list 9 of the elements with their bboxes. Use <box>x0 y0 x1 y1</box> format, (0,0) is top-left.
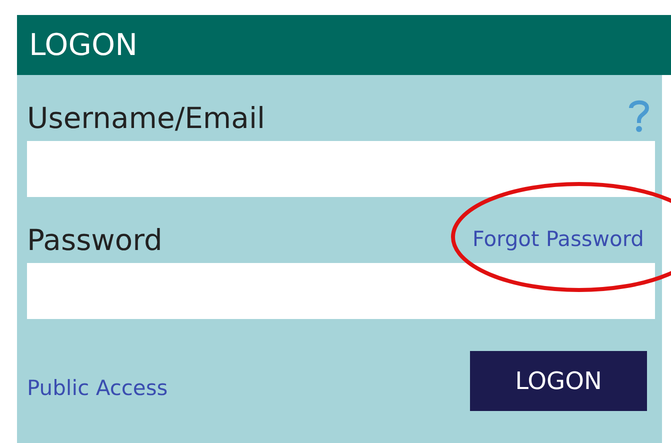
field-label: Password <box>27 226 162 255</box>
public-access-link[interactable]: Public Access <box>27 373 168 404</box>
text-input-field[interactable] <box>27 141 655 197</box>
logon-button[interactable]: LOGON <box>470 351 647 411</box>
field-label: Username/Email <box>27 104 266 133</box>
header-title: LOGON <box>29 26 138 64</box>
help-icon[interactable] <box>628 99 650 133</box>
text-input-field[interactable] <box>27 263 655 319</box>
forgot-password-link[interactable]: Forgot Password <box>472 227 644 251</box>
